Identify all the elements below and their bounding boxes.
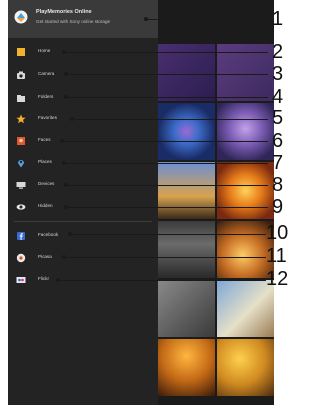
callout-line <box>66 74 268 75</box>
nav-item-label: Favorites <box>38 115 57 120</box>
photo-thumbnail[interactable] <box>217 162 274 219</box>
folder-icon <box>17 95 25 102</box>
photo-thumbnail[interactable] <box>158 103 215 160</box>
nav-item-label: Camera <box>38 71 55 76</box>
photo-thumbnail[interactable] <box>158 280 215 337</box>
photo-thumbnail[interactable] <box>158 221 215 278</box>
callout-number: 8 <box>272 174 284 196</box>
nav-item-label: Home <box>38 48 51 53</box>
photo-grid <box>158 44 274 405</box>
callout-line <box>64 257 266 258</box>
callout-number: 11 <box>266 245 287 267</box>
callout-number: 3 <box>272 63 284 85</box>
callout-line <box>66 207 268 208</box>
face-icon <box>17 137 25 145</box>
account-header[interactable]: PlayMemories Online Get started with Son… <box>8 0 158 38</box>
callout-number: 2 <box>272 41 284 63</box>
navigation-drawer: PlayMemories Online Get started with Son… <box>8 0 158 405</box>
photo-thumbnail[interactable] <box>158 339 215 396</box>
callout-number: 9 <box>272 196 284 218</box>
callout-line <box>70 234 266 235</box>
callout-line <box>66 185 268 186</box>
divider <box>14 221 152 222</box>
nav-item-label: Places <box>38 159 52 164</box>
nav-item-picasa[interactable]: Picasa <box>8 248 158 268</box>
callout-number: 6 <box>272 130 284 152</box>
callout-number: 1 <box>272 8 284 30</box>
map-pin-icon <box>18 160 24 168</box>
photo-thumbnail[interactable] <box>158 162 215 219</box>
eye-icon <box>16 204 26 210</box>
account-subtitle: Get started with Sony online storage <box>36 19 111 24</box>
flickr-icon <box>16 277 26 283</box>
callout-line <box>64 52 268 53</box>
nav-item-camera[interactable]: Camera <box>8 65 158 85</box>
account-title: PlayMemories Online <box>36 9 92 15</box>
nav-item-label: Folders <box>38 94 54 99</box>
picasa-icon <box>16 253 26 263</box>
nav-item-label: Flickr <box>38 276 49 281</box>
nav-item-label: Hidden <box>38 203 53 208</box>
callout-number: 7 <box>272 152 284 174</box>
camera-icon <box>17 71 25 79</box>
nav-item-label: Facebook <box>38 232 59 237</box>
callout-number: 12 <box>266 268 289 290</box>
nav-item-folders[interactable]: Folders <box>8 88 158 108</box>
star-icon <box>16 114 26 124</box>
nav-item-facebook[interactable]: Facebook <box>8 226 158 246</box>
home-icon <box>17 48 25 56</box>
callout-number: 4 <box>272 86 284 108</box>
facebook-icon <box>17 232 25 240</box>
callout-number: 5 <box>272 107 284 129</box>
nav-item-label: Faces <box>38 137 51 142</box>
photo-thumbnail[interactable] <box>217 103 274 160</box>
playmemories-logo-icon <box>14 10 28 24</box>
callout-line <box>62 141 268 142</box>
callout-line <box>66 97 268 98</box>
callout-line <box>58 280 266 281</box>
callout-line <box>146 19 264 20</box>
nav-item-label: Devices <box>38 181 55 186</box>
callout-line <box>72 119 268 120</box>
nav-item-label: Picasa <box>38 254 52 259</box>
device-icon <box>16 182 26 189</box>
photo-thumbnail[interactable] <box>217 339 274 396</box>
callout-number: 10 <box>266 222 289 244</box>
callout-line <box>64 163 268 164</box>
